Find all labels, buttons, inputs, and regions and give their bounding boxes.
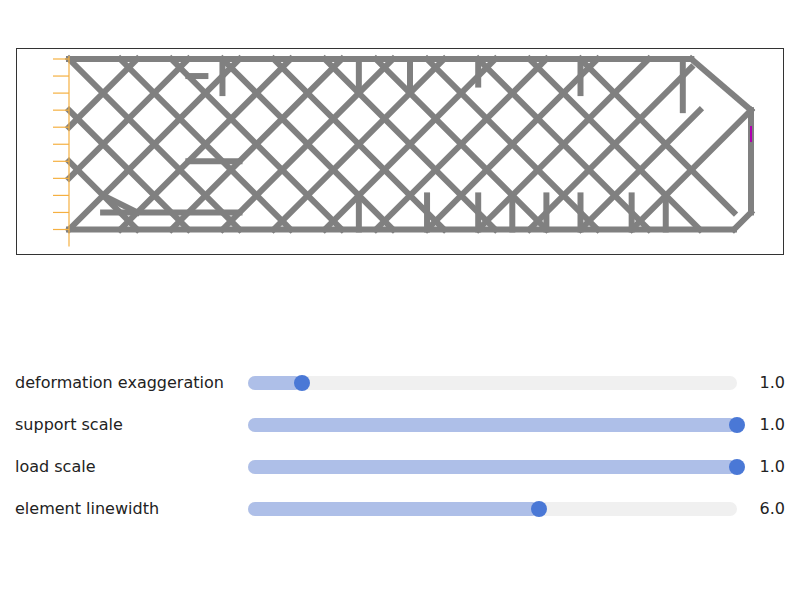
- truss-element: [663, 195, 669, 229]
- truss-element: [376, 59, 547, 230]
- slider-label: load scale: [15, 455, 248, 479]
- slider-value: 6.0: [760, 497, 785, 521]
- truss-element: [407, 59, 413, 93]
- slider-row: element linewidth 6.0: [0, 488, 800, 530]
- truss-element: [356, 59, 362, 93]
- truss-element: [578, 195, 584, 229]
- truss-element: [632, 110, 751, 229]
- truss-element: [475, 59, 481, 85]
- truss-element: [69, 59, 240, 230]
- truss-element: [509, 195, 515, 229]
- slider-label: support scale: [15, 413, 248, 437]
- truss-element: [529, 68, 691, 230]
- support-tick: [53, 144, 69, 145]
- slider-knob[interactable]: [729, 417, 745, 433]
- support-tick: [53, 212, 69, 213]
- truss-elements: [69, 59, 751, 230]
- support-tick: [53, 58, 69, 59]
- truss-element: [171, 59, 341, 230]
- truss-element: [274, 59, 445, 230]
- truss-element: [478, 59, 649, 230]
- slider-value: 1.0: [760, 371, 785, 395]
- slider-label: deformation exaggeration: [15, 371, 248, 395]
- truss-element: [475, 195, 481, 229]
- support-tick: [53, 195, 69, 196]
- slider-label: element linewidth: [15, 497, 248, 521]
- slider-value: 1.0: [760, 455, 785, 479]
- plot-frame: [16, 48, 784, 255]
- slider-track[interactable]: [248, 376, 737, 390]
- truss-element: [188, 158, 239, 164]
- truss-element: [578, 59, 584, 93]
- truss-element: [691, 59, 751, 110]
- support-tick: [53, 127, 69, 128]
- support-tick: [53, 75, 69, 76]
- truss-element: [424, 195, 430, 229]
- support-line: [68, 56, 69, 247]
- slider-track[interactable]: [248, 460, 737, 474]
- slider-row: load scale 1.0: [0, 446, 800, 488]
- slider-panel: deformation exaggeration1.0support scale…: [0, 362, 800, 530]
- support-tick: [53, 92, 69, 93]
- truss-element: [219, 59, 225, 93]
- slider-value: 1.0: [760, 413, 785, 437]
- truss-element: [69, 59, 240, 230]
- truss-element: [69, 59, 188, 178]
- truss-element: [325, 59, 496, 230]
- slider-fill: [248, 502, 539, 516]
- structure-plot: [17, 49, 783, 254]
- slider-knob[interactable]: [729, 459, 745, 475]
- truss-element: [120, 59, 291, 230]
- truss-element: [581, 110, 700, 229]
- truss-element: [427, 59, 598, 230]
- support-tick: [53, 178, 69, 179]
- load-arrow: [750, 126, 752, 142]
- figure-area: [0, 0, 800, 255]
- truss-element: [478, 59, 649, 230]
- truss-element: [748, 110, 754, 212]
- supports: [53, 56, 69, 247]
- slider-track[interactable]: [248, 418, 737, 432]
- slider-knob[interactable]: [531, 501, 547, 517]
- truss-element: [356, 195, 362, 229]
- truss-element: [188, 73, 205, 79]
- truss-element: [376, 59, 547, 230]
- truss-element: [680, 59, 686, 110]
- truss-element: [222, 59, 393, 230]
- truss-element: [103, 195, 137, 212]
- slider-row: deformation exaggeration 1.0: [0, 362, 800, 404]
- truss-element: [120, 59, 291, 230]
- app: deformation exaggeration1.0support scale…: [0, 0, 800, 600]
- slider-row: support scale 1.0: [0, 404, 800, 446]
- truss-element: [103, 209, 239, 215]
- slider-track[interactable]: [248, 502, 737, 516]
- support-tick: [53, 161, 69, 162]
- support-tick: [53, 229, 69, 230]
- truss-element: [171, 59, 341, 230]
- truss-element: [529, 59, 700, 230]
- slider-fill: [248, 460, 737, 474]
- truss-element: [325, 59, 496, 230]
- truss-element: [222, 59, 393, 230]
- slider-knob[interactable]: [294, 375, 310, 391]
- truss-element: [543, 195, 549, 229]
- truss-element: [581, 59, 734, 212]
- slider-fill: [248, 418, 737, 432]
- truss-element: [427, 59, 598, 230]
- truss-element: [629, 195, 635, 229]
- support-tick: [53, 110, 69, 111]
- truss-element: [274, 59, 445, 230]
